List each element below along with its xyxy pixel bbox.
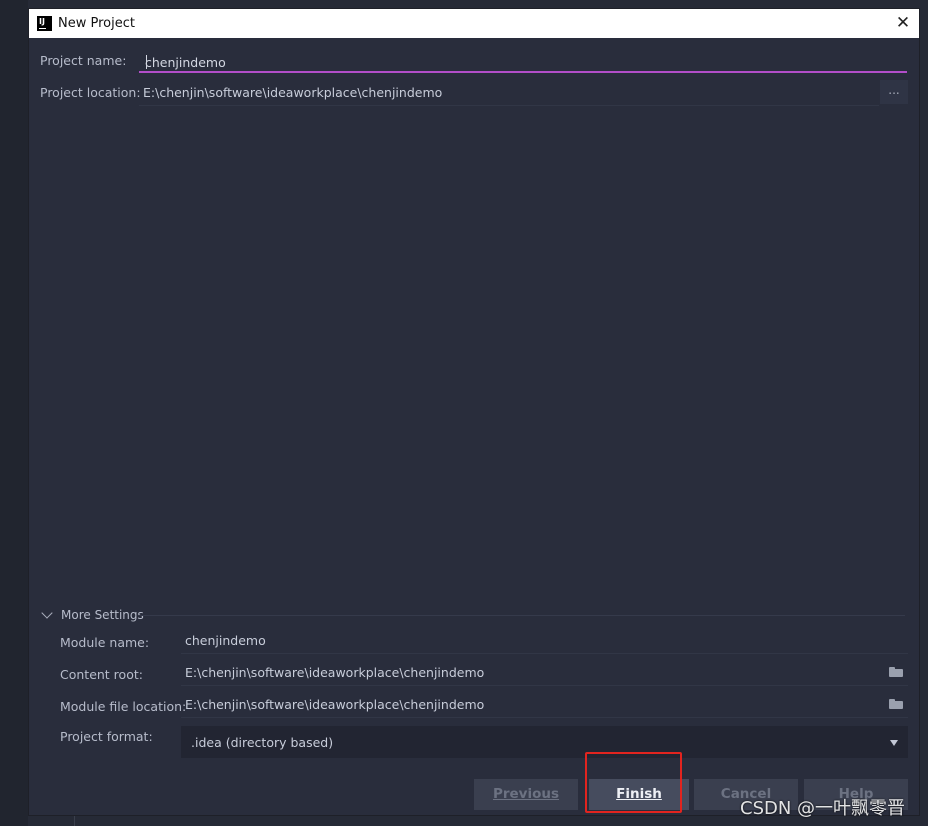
module-name-input[interactable]: chenjindemo: [185, 633, 266, 648]
folder-icon[interactable]: [889, 667, 903, 677]
more-settings-label: More Settings: [61, 608, 144, 622]
row-separator: [181, 685, 908, 686]
browse-location-button[interactable]: ...: [880, 80, 908, 104]
background-editor-strip: [0, 0, 28, 826]
content-root-label: Content root:: [60, 667, 143, 682]
close-button[interactable]: ✕: [893, 13, 913, 33]
csdn-watermark: CSDN @一叶飘零晋: [740, 798, 906, 819]
module-file-location-label: Module file location:: [60, 699, 187, 714]
dropdown-arrow-icon: [890, 740, 898, 746]
previous-button[interactable]: Previous: [474, 779, 578, 810]
row-separator: [139, 105, 879, 106]
folder-icon[interactable]: [889, 699, 903, 709]
chevron-down-icon: [41, 607, 53, 619]
project-format-value: .idea (directory based): [191, 735, 334, 750]
module-file-location-input[interactable]: E:\chenjin\software\ideaworkplace\chenji…: [185, 697, 484, 712]
title-bar: IJ New Project ✕: [29, 9, 919, 38]
new-project-dialog: IJ New Project ✕ Project name: chenjinde…: [28, 8, 920, 819]
row-separator: [181, 717, 908, 718]
highlight-annotation: [585, 752, 682, 813]
more-settings-divider: [139, 615, 905, 616]
project-format-label: Project format:: [60, 729, 153, 744]
intellij-icon: IJ: [37, 16, 52, 31]
project-name-label: Project name:: [40, 53, 127, 68]
project-location-input[interactable]: E:\chenjin\software\ideaworkplace\chenji…: [143, 85, 442, 100]
background-divider: [74, 816, 75, 826]
project-name-input[interactable]: chenjindemo: [139, 49, 907, 73]
project-format-select[interactable]: .idea (directory based): [181, 726, 908, 758]
content-root-input[interactable]: E:\chenjin\software\ideaworkplace\chenji…: [185, 665, 484, 680]
text-caret: [146, 55, 147, 69]
window-title: New Project: [58, 16, 135, 31]
module-name-label: Module name:: [60, 635, 150, 650]
project-location-label: Project location:: [40, 85, 141, 100]
row-separator: [181, 653, 908, 654]
project-name-value: chenjindemo: [145, 55, 226, 70]
more-settings-toggle[interactable]: More Settings: [41, 607, 144, 622]
